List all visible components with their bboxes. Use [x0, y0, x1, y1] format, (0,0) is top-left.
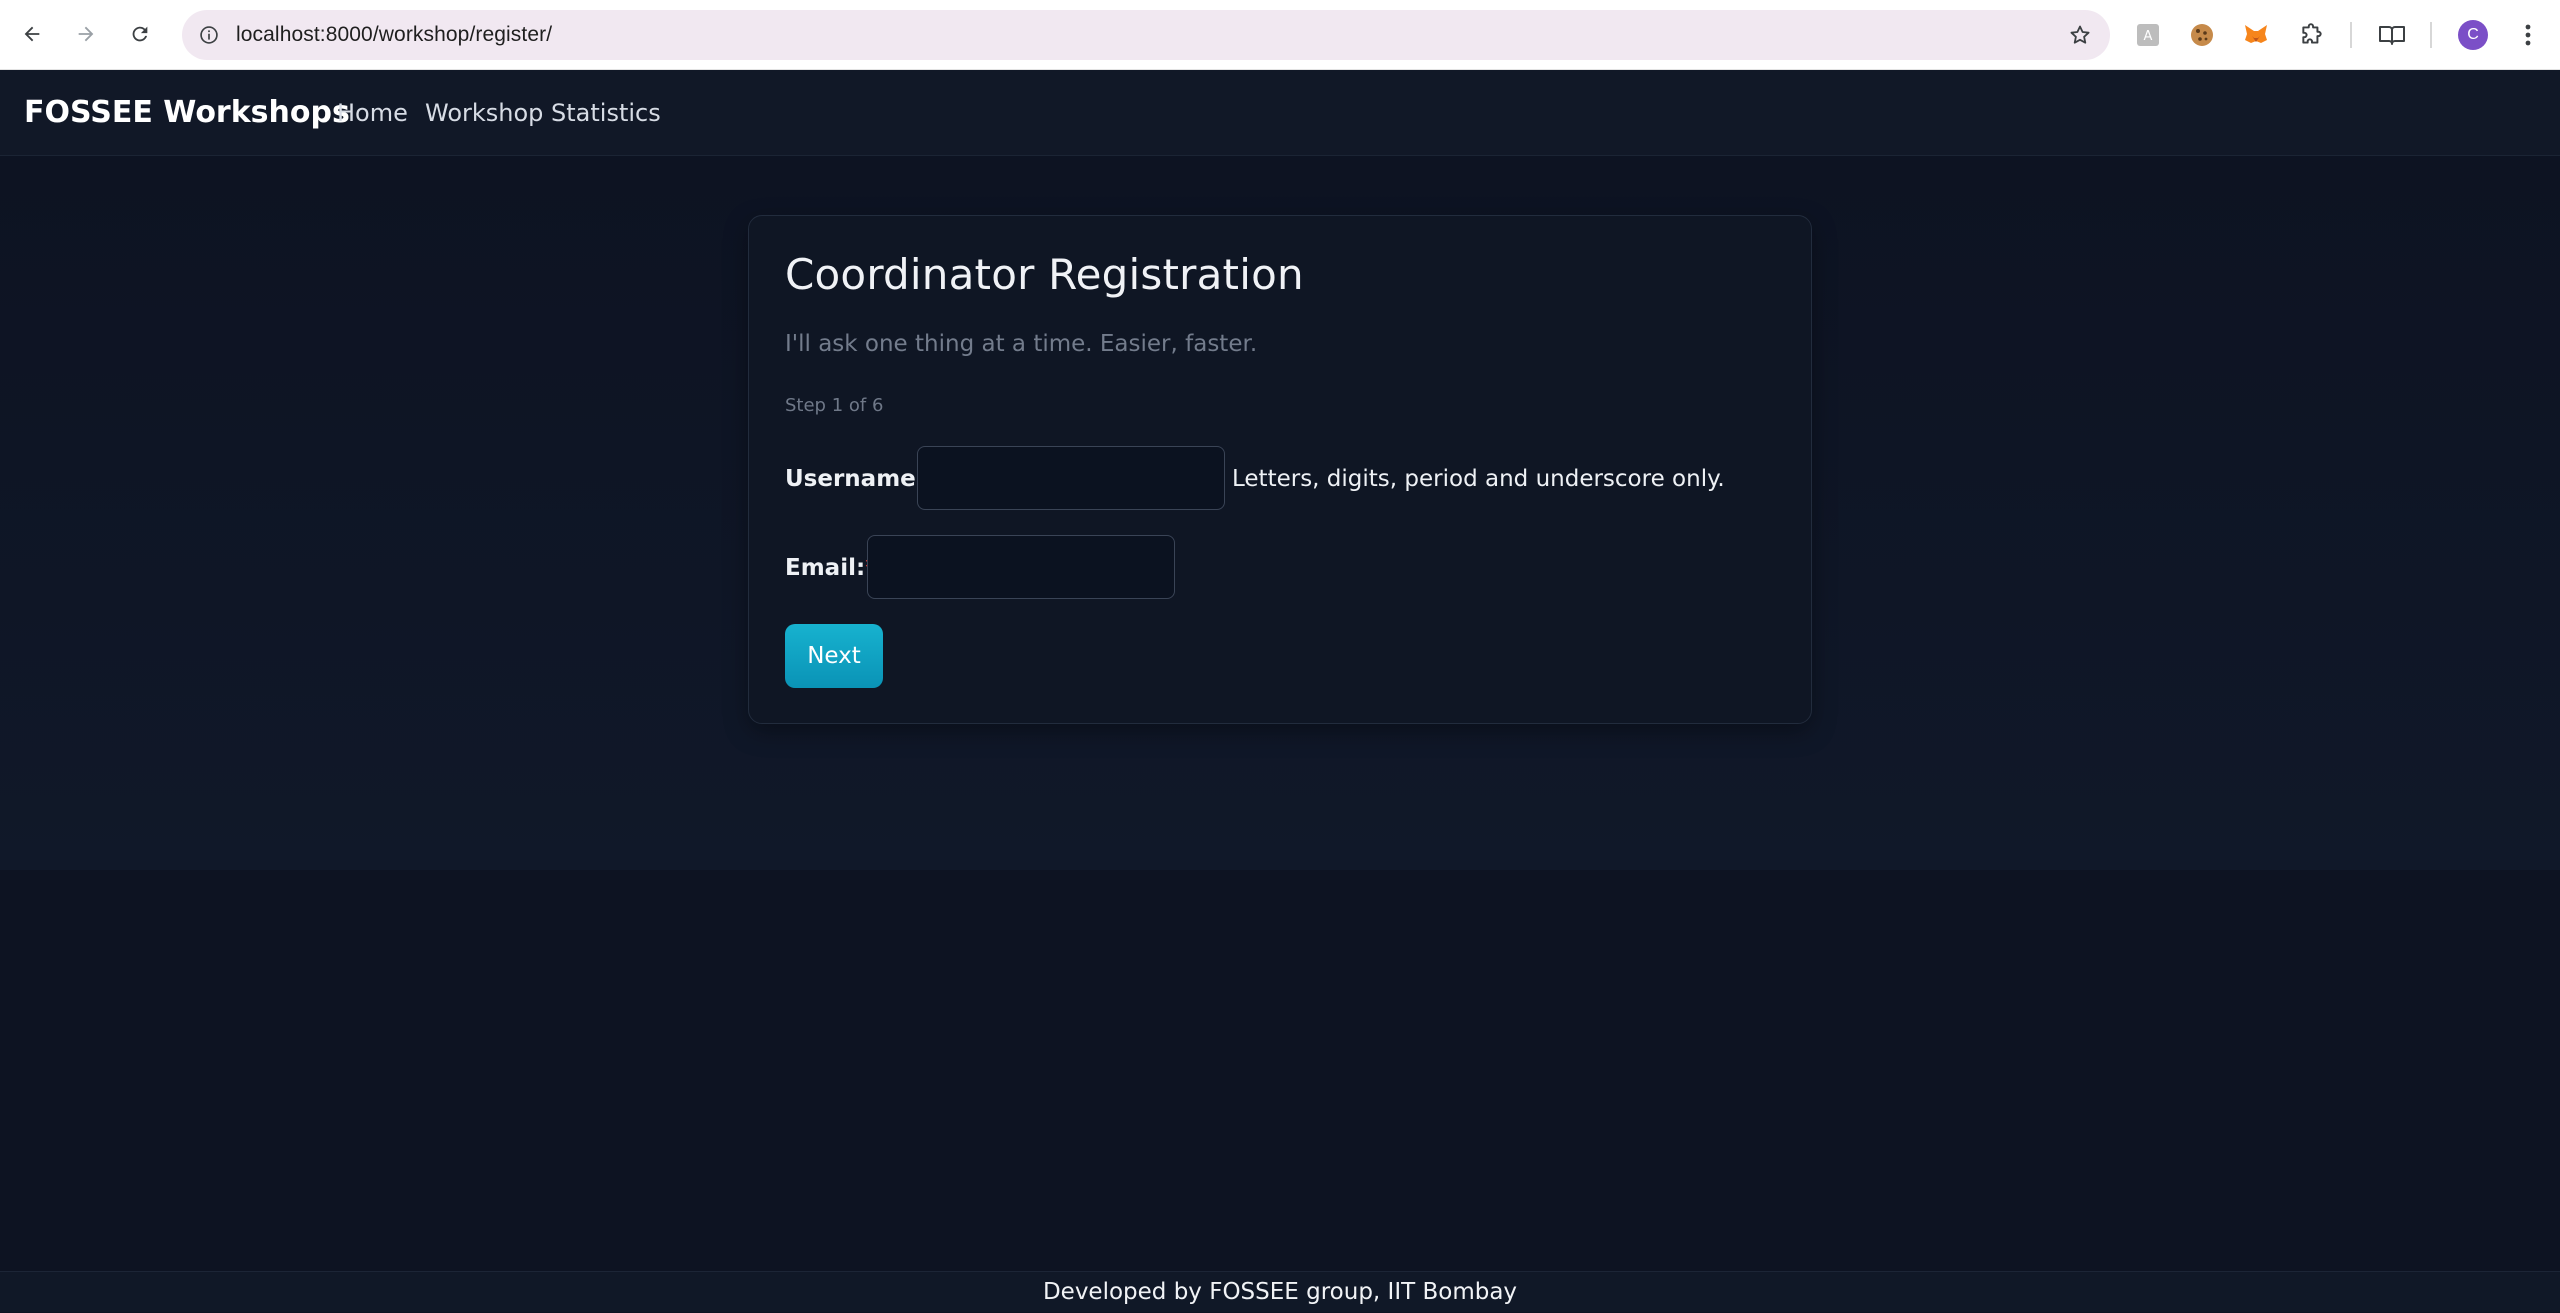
form-subtitle: I'll ask one thing at a time. Easier, fa… — [785, 331, 1258, 357]
next-button[interactable]: Next — [785, 624, 883, 688]
address-bar[interactable]: localhost:8000/workshop/register/ — [182, 10, 2110, 60]
nav-link-workshop-statistics[interactable]: Workshop Statistics — [425, 70, 661, 156]
bookmark-star-icon[interactable] — [2066, 21, 2094, 49]
page-title: Coordinator Registration — [785, 250, 1304, 299]
kebab-menu-icon[interactable] — [2512, 19, 2544, 51]
email-label: Email:* — [785, 555, 877, 581]
site-info-icon[interactable] — [196, 22, 222, 48]
metamask-fox-extension-icon[interactable] — [2240, 19, 2272, 51]
puzzle-extensions-icon[interactable] — [2296, 19, 2328, 51]
toolbar-divider — [2430, 22, 2432, 48]
footer-text: Developed by FOSSEE group, IIT Bombay — [1042, 1279, 1518, 1305]
nav-link-home[interactable]: Home — [337, 70, 408, 156]
reload-icon[interactable] — [120, 14, 160, 54]
username-help-text: Letters, digits, period and underscore o… — [1232, 466, 1725, 492]
username-label: Username:* — [785, 466, 936, 492]
address-url[interactable]: localhost:8000/workshop/register/ — [236, 10, 552, 60]
reading-mode-icon[interactable] — [2376, 19, 2408, 51]
browser-toolbar: localhost:8000/workshop/register/ A C — [0, 0, 2560, 70]
email-input[interactable] — [867, 535, 1175, 599]
email-label-text: Email: — [785, 555, 866, 581]
back-arrow-icon[interactable] — [12, 14, 52, 54]
brand-link[interactable]: FOSSEE Workshops — [24, 70, 350, 156]
step-indicator: Step 1 of 6 — [785, 395, 884, 416]
cookie-extension-icon[interactable] — [2186, 19, 2218, 51]
translate-extension-icon[interactable]: A — [2132, 19, 2164, 51]
site-navbar: FOSSEE Workshops Home Workshop Statistic… — [0, 70, 2560, 156]
registration-card: Coordinator Registration I'll ask one th… — [748, 215, 1812, 724]
profile-avatar[interactable]: C — [2458, 20, 2488, 50]
forward-arrow-icon[interactable] — [66, 14, 106, 54]
username-input[interactable] — [917, 446, 1225, 510]
site-footer: Developed by FOSSEE group, IIT Bombay — [0, 1271, 2560, 1312]
svg-text:A: A — [2144, 29, 2153, 44]
username-label-text: Username: — [785, 466, 925, 492]
toolbar-divider — [2350, 22, 2352, 48]
